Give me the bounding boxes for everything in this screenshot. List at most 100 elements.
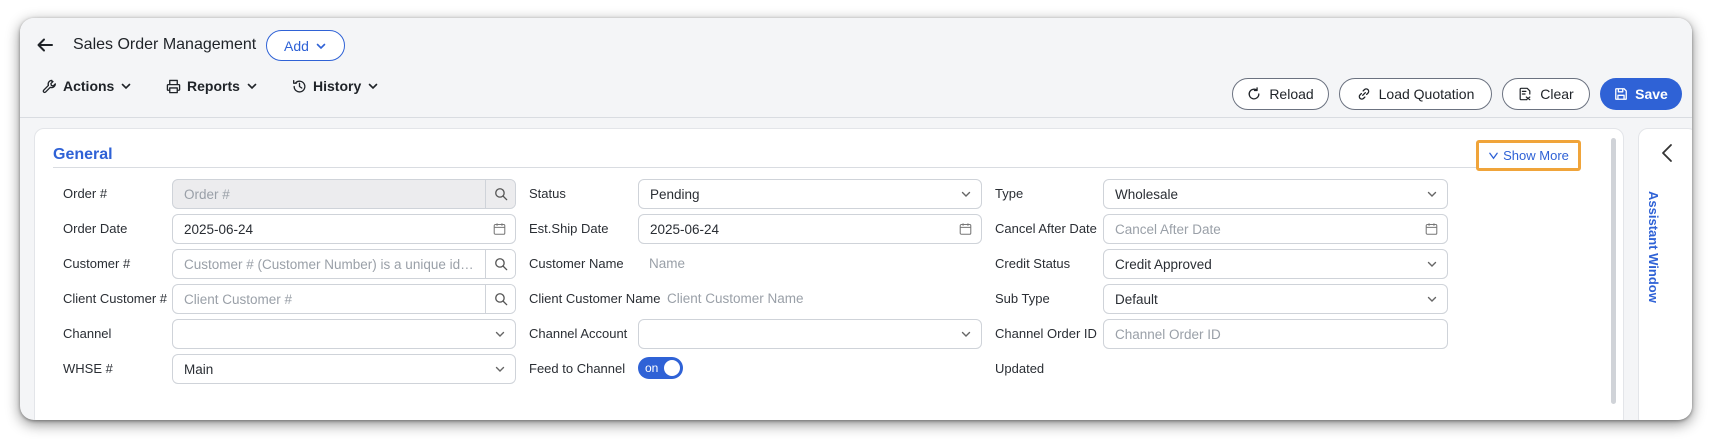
section-title: General [53, 146, 113, 163]
actions-label: Actions [63, 78, 115, 94]
load-quotation-button[interactable]: Load Quotation [1339, 78, 1492, 110]
clear-button[interactable]: Clear [1502, 78, 1590, 110]
reports-menu[interactable]: Reports [166, 78, 258, 94]
show-more-label: Show More [1503, 148, 1569, 163]
customer-no-placeholder: Customer # (Customer Number) is a unique… [184, 256, 480, 272]
credit-status-select[interactable]: Credit Approved [1103, 249, 1448, 279]
link-icon [1358, 88, 1369, 100]
est-ship-date-field[interactable]: 2025-06-24 [638, 214, 982, 244]
toggle-knob [664, 360, 680, 376]
feed-to-channel-label: Feed to Channel [529, 361, 626, 376]
history-menu[interactable]: History [292, 78, 379, 94]
cancel-after-date-placeholder: Cancel After Date [1115, 221, 1221, 237]
cancel-after-date-field[interactable]: Cancel After Date [1103, 214, 1448, 244]
status-label: Status [529, 186, 566, 201]
show-more-button[interactable]: Show More [1476, 140, 1581, 171]
order-date-field[interactable]: 2025-06-24 [172, 214, 516, 244]
status-value: Pending [650, 186, 700, 202]
search-icon[interactable] [485, 180, 515, 208]
sub-type-value: Default [1115, 291, 1158, 307]
channel-account-select[interactable] [638, 319, 982, 349]
channel-order-id-label: Channel Order ID [995, 326, 1097, 341]
channel-order-id-field[interactable]: Channel Order ID [1103, 319, 1448, 349]
est-ship-date-label: Est.Ship Date [529, 221, 609, 236]
assistant-window-label[interactable]: Assistant Window [1646, 191, 1661, 303]
save-icon [1615, 88, 1628, 100]
chevron-down-icon [316, 43, 326, 49]
save-label: Save [1635, 86, 1668, 102]
order-date-label: Order Date [63, 221, 128, 236]
client-customer-name-label: Client Customer Name [529, 291, 661, 306]
reload-icon [1248, 87, 1260, 100]
credit-status-value: Credit Approved [1115, 256, 1212, 272]
updated-label: Updated [995, 361, 1045, 376]
chevron-down-icon [122, 83, 131, 90]
chevron-down-icon [247, 83, 257, 90]
type-select[interactable]: Wholesale [1103, 179, 1448, 209]
customer-no-label: Customer # [63, 256, 131, 271]
type-label: Type [995, 186, 1024, 201]
toggle-text: on [645, 361, 659, 375]
client-customer-no-field[interactable]: Client Customer # [172, 284, 516, 314]
calendar-icon[interactable] [959, 223, 972, 236]
channel-select[interactable] [172, 319, 516, 349]
channel-order-id-placeholder: Channel Order ID [1115, 326, 1221, 342]
chevron-down-icon [1489, 152, 1498, 160]
actions-menu[interactable]: Actions [42, 78, 132, 94]
calendar-icon[interactable] [1425, 223, 1438, 236]
status-select[interactable]: Pending [638, 179, 982, 209]
client-customer-no-label: Client Customer # [63, 291, 168, 306]
vertical-scrollbar[interactable] [1611, 138, 1616, 404]
reports-label: Reports [187, 78, 240, 94]
chevron-left-icon[interactable] [1659, 143, 1675, 168]
reload-button[interactable]: Reload [1232, 78, 1329, 110]
printer-icon [166, 79, 181, 93]
whse-select[interactable]: Main [172, 354, 516, 384]
chevron-down-icon [1426, 258, 1438, 270]
wrench-icon [42, 79, 56, 93]
order-no-field[interactable]: Order # [172, 179, 516, 209]
est-ship-date-value: 2025-06-24 [650, 221, 720, 237]
customer-name-input[interactable]: Name [649, 256, 685, 271]
order-no-label: Order # [63, 186, 108, 201]
header: Sales Order Management Add Actions Repor… [20, 18, 1692, 118]
search-icon[interactable] [485, 285, 515, 313]
save-button[interactable]: Save [1600, 78, 1682, 110]
credit-status-label: Credit Status [995, 256, 1071, 271]
history-icon [293, 79, 306, 93]
reload-label: Reload [1269, 86, 1314, 102]
channel-account-label: Channel Account [529, 326, 628, 341]
chevron-down-icon [960, 328, 972, 340]
general-panel: General Show More Order # Order Date Cus… [34, 128, 1624, 420]
customer-no-field[interactable]: Customer # (Customer Number) is a unique… [172, 249, 516, 279]
page-title: Sales Order Management [73, 36, 257, 53]
chevron-down-icon [1426, 188, 1438, 200]
type-value: Wholesale [1115, 186, 1179, 202]
app-window: Sales Order Management Add Actions Repor… [20, 18, 1692, 420]
feed-to-channel-toggle[interactable]: on [638, 357, 683, 379]
sub-type-select[interactable]: Default [1103, 284, 1448, 314]
channel-label: Channel [63, 326, 112, 341]
assistant-panel: Assistant Window [1638, 128, 1692, 420]
sub-type-label: Sub Type [995, 291, 1050, 306]
chevron-down-icon [368, 83, 378, 90]
add-label: Add [284, 37, 309, 54]
calendar-icon[interactable] [493, 223, 506, 236]
cancel-after-date-label: Cancel After Date [995, 221, 1097, 236]
chevron-down-icon [494, 328, 506, 340]
chevron-down-icon [1426, 293, 1438, 305]
history-label: History [313, 78, 362, 94]
add-button[interactable]: Add [266, 30, 345, 61]
whse-label: WHSE # [63, 361, 113, 376]
order-no-placeholder: Order # [184, 186, 230, 202]
customer-name-label: Customer Name [529, 256, 624, 271]
client-customer-no-placeholder: Client Customer # [184, 291, 293, 307]
back-arrow-icon[interactable] [34, 34, 56, 56]
chevron-down-icon [960, 188, 972, 200]
chevron-down-icon [494, 363, 506, 375]
section-divider [53, 167, 1578, 168]
clear-label: Clear [1540, 86, 1574, 102]
client-customer-name-input[interactable]: Client Customer Name [667, 291, 804, 306]
search-icon[interactable] [485, 250, 515, 278]
clear-document-icon [1519, 87, 1531, 101]
